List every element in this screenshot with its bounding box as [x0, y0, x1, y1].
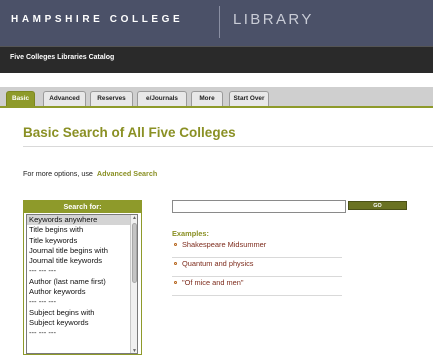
search-type-listbox[interactable]: Keywords anywhere Title begins with Titl… [26, 214, 138, 354]
site-header: HAMPSHIRE COLLEGE LIBRARY [0, 0, 433, 46]
catalog-title: Five Colleges Libraries Catalog [10, 54, 115, 61]
search-option[interactable]: Journal title keywords [27, 256, 137, 266]
tab-more[interactable]: More [191, 91, 223, 106]
example-label[interactable]: Shakespeare Midsummer [182, 240, 266, 249]
options-hint: For more options, use Advanced Search [23, 169, 157, 178]
search-option-separator: --- --- --- [29, 266, 56, 276]
search-for-panel: Search for: Keywords anywhere Title begi… [23, 200, 142, 355]
search-option[interactable]: Author keywords [27, 287, 137, 297]
tab-strip: Basic Advanced Reserves e/Journals More … [0, 73, 433, 108]
example-item[interactable]: "Of mice and men" [172, 278, 342, 296]
go-button[interactable]: GO [348, 201, 407, 210]
scrollbar-thumb[interactable] [132, 223, 137, 283]
advanced-search-link[interactable]: Advanced Search [97, 169, 157, 178]
search-option[interactable]: Subject keywords [27, 318, 137, 328]
library-name[interactable]: LIBRARY [233, 11, 314, 28]
scroll-down-arrow-icon[interactable]: ▼ [132, 349, 137, 354]
tab-reserves[interactable]: Reserves [90, 91, 133, 106]
search-option[interactable]: Keywords anywhere [27, 215, 137, 226]
scroll-up-arrow-icon[interactable]: ▲ [132, 216, 137, 221]
search-option[interactable]: Title keywords [27, 236, 137, 246]
catalog-bar: Five Colleges Libraries Catalog [0, 46, 433, 73]
search-option-separator: --- --- --- [29, 297, 56, 307]
bullet-icon [174, 243, 177, 246]
search-for-header: Search for: [24, 201, 141, 213]
example-label[interactable]: "Of mice and men" [182, 278, 244, 287]
examples-heading: Examples: [172, 229, 209, 238]
tab-advanced[interactable]: Advanced [43, 91, 86, 106]
tab-basic[interactable]: Basic [6, 91, 35, 106]
search-option[interactable]: Author (last name first) [27, 277, 137, 287]
example-label[interactable]: Quantum and physics [182, 259, 253, 268]
bullet-icon [174, 281, 177, 284]
tab-underline [0, 106, 433, 108]
search-option[interactable]: Title begins with [27, 225, 137, 235]
header-divider [219, 6, 220, 38]
hint-text: For more options, use [23, 169, 93, 178]
college-name[interactable]: HAMPSHIRE COLLEGE [11, 14, 183, 25]
search-option[interactable]: Subject begins with [27, 308, 137, 318]
bullet-icon [174, 262, 177, 265]
page-title: Basic Search of All Five Colleges [23, 125, 236, 140]
tab-start-over[interactable]: Start Over [229, 91, 269, 106]
title-divider [23, 146, 433, 147]
search-option-separator: --- --- --- [29, 328, 56, 338]
search-input[interactable] [172, 200, 346, 213]
tab-ejournals[interactable]: e/Journals [137, 91, 187, 106]
example-item[interactable]: Quantum and physics [172, 259, 342, 277]
example-item[interactable]: Shakespeare Midsummer [172, 240, 342, 258]
search-option[interactable]: Journal title begins with [27, 246, 137, 256]
listbox-scrollbar[interactable]: ▲ ▼ [130, 215, 137, 354]
